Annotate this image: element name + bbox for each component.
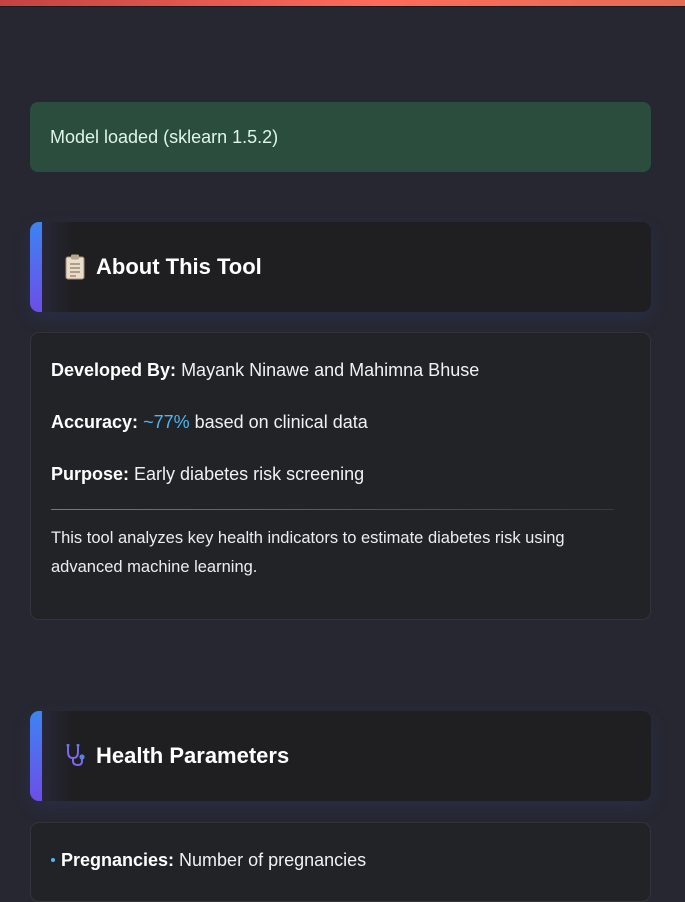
divider	[51, 509, 614, 510]
parameters-card: Pregnancies: Number of pregnancies	[30, 822, 651, 902]
clipboard-icon	[64, 254, 86, 280]
main-content: Model loaded (sklearn 1.5.2) About This …	[30, 102, 651, 902]
accuracy-value: ~77%	[143, 412, 190, 432]
tool-description: This tool analyzes key health indicators…	[51, 529, 565, 576]
bullet-dot	[51, 858, 55, 862]
accuracy-line: Accuracy: ~77% based on clinical data	[51, 407, 630, 437]
health-section-header: Health Parameters	[30, 711, 651, 801]
stethoscope-icon	[64, 743, 86, 769]
param-label: Pregnancies:	[61, 850, 175, 870]
model-status-alert: Model loaded (sklearn 1.5.2)	[30, 102, 651, 172]
param-item-pregnancies: Pregnancies: Number of pregnancies	[51, 845, 630, 875]
param-value: Number of pregnancies	[179, 850, 367, 870]
purpose-value: Early diabetes risk screening	[134, 464, 365, 484]
purpose-label: Purpose:	[51, 464, 130, 484]
about-section-header: About This Tool	[30, 222, 651, 312]
developer-line: Developed By: Mayank Ninawe and Mahimna …	[51, 355, 630, 385]
header-accent-bar	[30, 711, 42, 801]
top-decoration-bar	[0, 0, 685, 7]
purpose-line: Purpose: Early diabetes risk screening	[51, 459, 630, 489]
accuracy-label: Accuracy:	[51, 412, 139, 432]
accuracy-suffix: based on clinical data	[189, 412, 368, 432]
header-accent-bar	[30, 222, 42, 312]
about-section-title: About This Tool	[96, 254, 262, 279]
health-section-title: Health Parameters	[96, 743, 290, 768]
about-card: Developed By: Mayank Ninawe and Mahimna …	[30, 332, 651, 620]
developer-label: Developed By:	[51, 360, 177, 380]
model-status-text: Model loaded (sklearn 1.5.2)	[50, 126, 279, 147]
developer-value: Mayank Ninawe and Mahimna Bhuse	[181, 360, 480, 380]
